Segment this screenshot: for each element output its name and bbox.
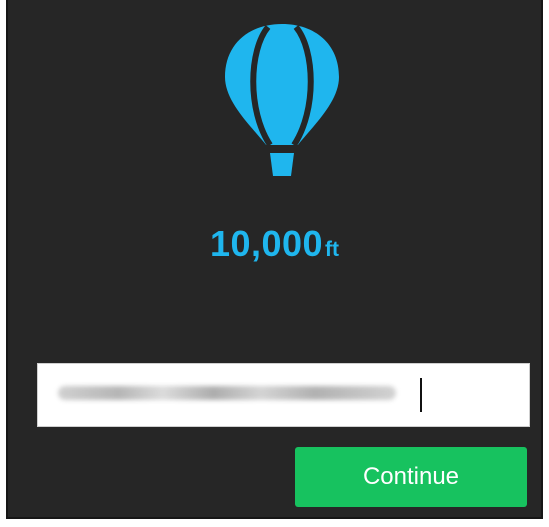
continue-button[interactable]: Continue (295, 447, 527, 507)
text-input-field[interactable] (37, 363, 530, 427)
signup-panel: 10,000ft Continue (6, 0, 543, 519)
altitude-unit: ft (325, 238, 340, 261)
altitude-value: 10,000 (209, 223, 324, 264)
obscured-input-text (58, 386, 396, 400)
hot-air-balloon-icon (225, 24, 339, 176)
text-caret (420, 378, 422, 412)
altitude-display: 10,000ft (8, 226, 541, 262)
